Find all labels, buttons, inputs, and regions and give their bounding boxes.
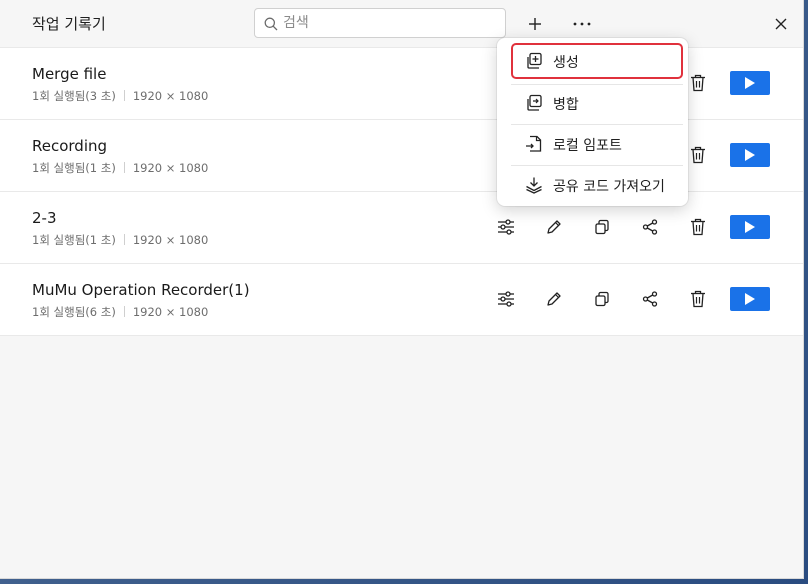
- more-button[interactable]: [568, 10, 596, 38]
- trash-icon: [691, 290, 705, 308]
- record-resolution: 1920 × 1080: [132, 89, 209, 103]
- record-resolution: 1920 × 1080: [132, 305, 209, 319]
- play-button[interactable]: [730, 287, 770, 311]
- delete-button[interactable]: [686, 215, 710, 239]
- play-icon: [745, 221, 755, 233]
- share-button[interactable]: [638, 215, 662, 239]
- play-icon: [745, 293, 755, 305]
- search-icon: [264, 17, 278, 31]
- record-resolution: 1920 × 1080: [132, 233, 209, 247]
- merge-icon: [527, 94, 542, 111]
- menu-item-label: 로컬 임포트: [553, 138, 622, 154]
- play-button[interactable]: [730, 143, 770, 167]
- menu-item-create[interactable]: 생성: [511, 43, 683, 79]
- pencil-icon: [547, 220, 561, 234]
- play-button[interactable]: [730, 215, 770, 239]
- create-icon: [527, 52, 542, 69]
- copy-icon: [595, 219, 609, 235]
- meta-divider: [123, 306, 125, 317]
- record-runs: 1회 실행됨(3 초): [32, 89, 116, 103]
- copy-button[interactable]: [590, 287, 614, 311]
- trash-icon: [691, 146, 705, 164]
- share-icon: [642, 291, 658, 307]
- search-box[interactable]: [254, 8, 506, 38]
- menu-item-merge[interactable]: 병합: [511, 85, 683, 121]
- more-menu: 생성 병합 로컬 임포트 공유 코드 가져오기: [497, 38, 688, 206]
- record-name: Recording: [32, 137, 108, 155]
- record-runs: 1회 실행됨(1 초): [32, 161, 116, 175]
- record-resolution: 1920 × 1080: [132, 161, 209, 175]
- sliders-icon: [498, 219, 514, 235]
- play-icon: [745, 77, 755, 89]
- settings-button[interactable]: [494, 287, 518, 311]
- close-icon: [775, 18, 787, 30]
- play-icon: [745, 149, 755, 161]
- close-button[interactable]: [767, 10, 795, 38]
- download-share-code-icon: [526, 177, 542, 194]
- copy-button[interactable]: [590, 215, 614, 239]
- page-title: 작업 기록기: [32, 15, 106, 33]
- record-meta: 1회 실행됨(3 초) 1920 × 1080: [32, 88, 208, 104]
- play-button[interactable]: [730, 71, 770, 95]
- add-button[interactable]: [521, 10, 549, 38]
- menu-divider: [511, 165, 683, 166]
- record-runs: 1회 실행됨(1 초): [32, 233, 116, 247]
- local-import-icon: [526, 135, 542, 152]
- delete-button[interactable]: [686, 71, 710, 95]
- share-button[interactable]: [638, 287, 662, 311]
- plus-icon: [529, 18, 541, 30]
- sliders-icon: [498, 291, 514, 307]
- record-meta: 1회 실행됨(6 초) 1920 × 1080: [32, 304, 208, 320]
- pencil-icon: [547, 292, 561, 306]
- share-icon: [642, 219, 658, 235]
- delete-button[interactable]: [686, 143, 710, 167]
- menu-item-label: 공유 코드 가져오기: [553, 179, 665, 195]
- search-input[interactable]: [283, 12, 493, 34]
- ellipsis-icon: [573, 22, 591, 26]
- record-meta: 1회 실행됨(1 초) 1920 × 1080: [32, 232, 208, 248]
- trash-icon: [691, 74, 705, 92]
- meta-divider: [123, 162, 125, 173]
- menu-item-label: 생성: [553, 55, 579, 71]
- record-name: Merge file: [32, 65, 107, 83]
- app-window: 작업 기록기 검색 Merge file 1회 실행됨(3 초) 1920 × …: [0, 0, 804, 579]
- edit-button[interactable]: [542, 215, 566, 239]
- menu-divider: [511, 124, 683, 125]
- record-meta: 1회 실행됨(1 초) 1920 × 1080: [32, 160, 208, 176]
- record-name: MuMu Operation Recorder(1): [32, 281, 250, 299]
- record-name: 2-3: [32, 209, 57, 227]
- record-row[interactable]: MuMu Operation Recorder(1) 1회 실행됨(6 초) 19…: [0, 263, 803, 336]
- trash-icon: [691, 218, 705, 236]
- menu-item-local-import[interactable]: 로컬 임포트: [511, 126, 683, 162]
- edit-button[interactable]: [542, 287, 566, 311]
- record-runs: 1회 실행됨(6 초): [32, 305, 116, 319]
- settings-button[interactable]: [494, 215, 518, 239]
- delete-button[interactable]: [686, 287, 710, 311]
- meta-divider: [123, 90, 125, 101]
- menu-item-label: 병합: [553, 97, 579, 113]
- meta-divider: [123, 234, 125, 245]
- menu-item-share-code[interactable]: 공유 코드 가져오기: [511, 167, 683, 203]
- copy-icon: [595, 291, 609, 307]
